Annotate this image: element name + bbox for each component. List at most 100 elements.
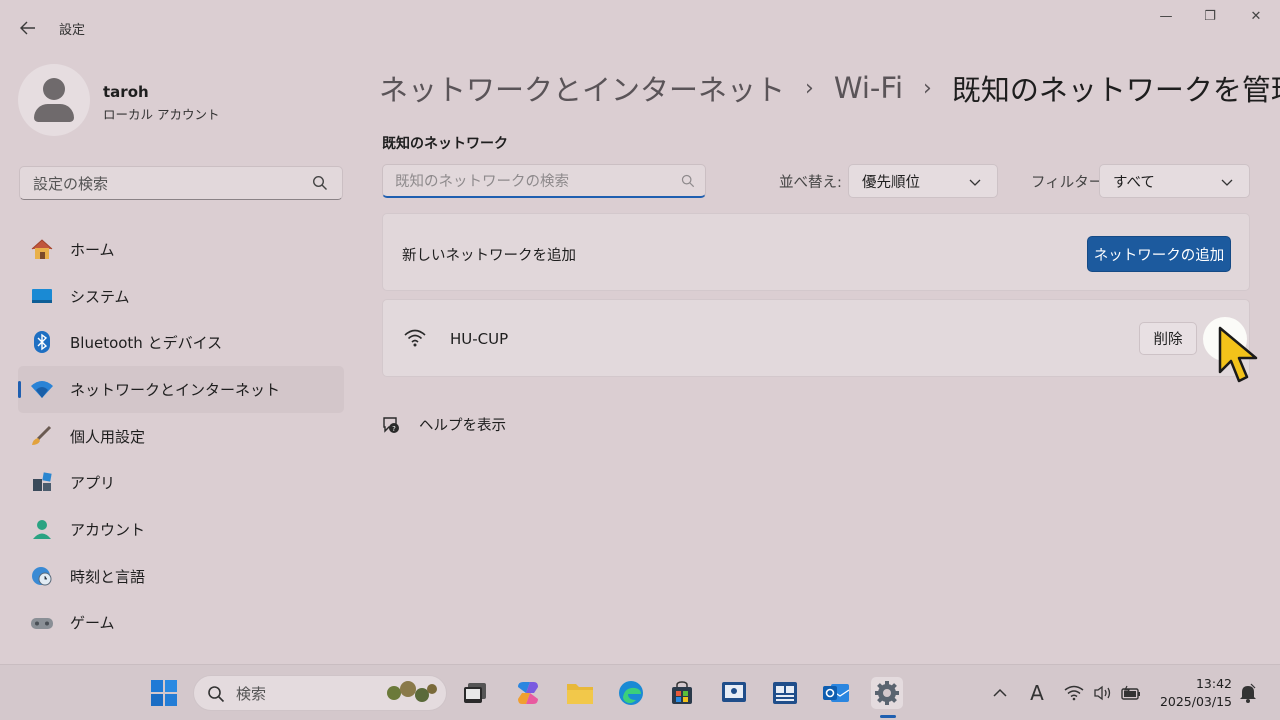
breadcrumb: ネットワークとインターネット › Wi-Fi › 既知のネットワークを管理 [379, 66, 1280, 110]
sidebar-item-accounts[interactable]: アカウント [18, 506, 344, 553]
task-view-icon [464, 683, 486, 703]
taskbar-file-explorer-button[interactable] [564, 677, 596, 709]
taskbar-search-placeholder: 検索 [236, 684, 267, 703]
taskbar-app-button-2[interactable] [769, 677, 801, 709]
help-icon: ? [383, 416, 399, 433]
restore-button[interactable]: ❐ [1187, 4, 1233, 28]
time-language-icon [30, 565, 54, 587]
sidebar-item-home[interactable]: ホーム [18, 226, 344, 273]
gaming-icon [30, 612, 54, 634]
chevron-down-icon [969, 179, 981, 186]
taskbar-task-view-button[interactable] [459, 677, 491, 709]
breadcrumb-wifi[interactable]: Wi-Fi [834, 71, 903, 105]
network-row[interactable]: HU-CUP 削除 [382, 299, 1250, 377]
close-button[interactable]: ✕ [1233, 4, 1279, 28]
taskbar-copilot-button[interactable] [512, 677, 544, 709]
get-help-link[interactable]: ? ヘルプを表示 [381, 414, 506, 435]
mouse-pointer-icon [1218, 326, 1258, 383]
sidebar-item-label: システム [70, 287, 130, 306]
add-network-label: 新しいネットワークを追加 [402, 248, 576, 264]
avatar-head-shape [43, 78, 65, 100]
notifications-button[interactable] [1236, 679, 1260, 707]
sidebar-item-gaming[interactable]: ゲーム [18, 600, 344, 647]
filter-dropdown[interactable]: すべて [1099, 164, 1250, 198]
sidebar-item-personalization[interactable]: 個人用設定 [18, 413, 344, 460]
add-network-button[interactable]: ネットワークの追加 [1087, 236, 1231, 272]
clock-time: 13:42 [1195, 676, 1232, 691]
network-name: HU-CUP [450, 330, 509, 348]
settings-window: 設定 — ❐ ✕ taroh ローカル アカウント 設定の検索 ホーム システム [0, 0, 1280, 664]
news-app-icon [773, 682, 797, 704]
back-arrow-icon [20, 21, 35, 35]
sidebar-item-system[interactable]: システム [18, 273, 344, 320]
minimize-button[interactable]: — [1143, 4, 1189, 28]
delete-network-button[interactable]: 削除 [1139, 322, 1197, 355]
sidebar-item-label: ゲーム [70, 614, 115, 633]
page-title: 既知のネットワークを管理 [951, 73, 1280, 107]
sidebar-item-label: アプリ [70, 474, 116, 493]
sort-label: 並べ替え: [779, 175, 842, 191]
search-icon [681, 174, 695, 188]
show-hidden-icons-button[interactable] [988, 679, 1012, 707]
sort-value: 優先順位 [862, 174, 920, 191]
copilot-icon [518, 682, 538, 704]
breadcrumb-chevron-icon: › [923, 75, 932, 101]
system-icon [30, 285, 54, 307]
breadcrumb-network[interactable]: ネットワークとインターネット [379, 67, 785, 109]
add-network-card: 新しいネットワークを追加 ネットワークの追加 [382, 213, 1250, 291]
user-name: taroh [103, 83, 149, 101]
volume-button[interactable] [1090, 679, 1116, 707]
taskbar-clock[interactable]: 13:42 2025/03/15 [1156, 675, 1232, 711]
settings-search-input[interactable]: 設定の検索 [19, 166, 343, 200]
breadcrumb-chevron-icon: › [805, 75, 814, 101]
known-networks-search-placeholder: 既知のネットワークの検索 [395, 174, 569, 190]
back-button[interactable] [14, 16, 42, 40]
bluetooth-icon [30, 331, 54, 354]
sidebar-item-apps[interactable]: アプリ [18, 459, 344, 506]
outlook-icon [823, 684, 850, 702]
sidebar-item-bluetooth[interactable]: Bluetooth とデバイス [18, 319, 344, 366]
taskbar-edge-button[interactable] [615, 677, 647, 709]
sidebar-nav: ホーム システム Bluetooth とデバイス ネットワークとインターネット … [18, 226, 344, 646]
taskbar-store-button[interactable] [666, 677, 698, 709]
sidebar-item-label: 個人用設定 [70, 427, 146, 446]
app-title: 設定 [59, 23, 86, 38]
gear-icon [875, 681, 899, 705]
home-icon [30, 238, 54, 260]
avatar-body-shape [34, 104, 74, 122]
store-icon [672, 681, 692, 704]
chevron-up-icon [993, 688, 1007, 697]
brush-icon [30, 425, 54, 447]
account-icon [30, 518, 54, 540]
title-bar: 設定 — ❐ ✕ [0, 0, 1280, 56]
account-type: ローカル アカウント [103, 107, 220, 122]
start-button[interactable] [148, 677, 180, 709]
filter-label: フィルター: [1031, 175, 1109, 191]
ime-indicator[interactable]: A [1024, 679, 1050, 707]
sidebar-item-label: 時刻と言語 [70, 567, 146, 586]
apps-icon [30, 471, 54, 493]
search-icon [312, 175, 327, 190]
battery-charging-icon [1121, 685, 1140, 700]
taskbar-app-button-1[interactable] [718, 677, 750, 709]
sidebar-item-label: Bluetooth とデバイス [70, 334, 223, 353]
sidebar-item-time-language[interactable]: 時刻と言語 [18, 553, 344, 600]
avatar[interactable] [18, 64, 90, 136]
get-help-label: ヘルプを表示 [419, 418, 506, 434]
network-icon [30, 378, 54, 400]
taskbar-settings-button[interactable] [871, 677, 903, 709]
known-networks-search-input[interactable]: 既知のネットワークの検索 [382, 164, 706, 198]
sort-dropdown[interactable]: 優先順位 [848, 164, 998, 198]
wifi-icon [1064, 685, 1084, 701]
monitor-app-icon [722, 682, 746, 702]
taskbar-search-box[interactable]: 検索 [193, 675, 447, 711]
windows-logo-icon [151, 680, 177, 706]
taskbar-outlook-button[interactable] [820, 677, 852, 709]
edge-browser-icon [619, 681, 643, 705]
settings-search-placeholder: 設定の検索 [33, 174, 109, 193]
sidebar-item-network[interactable]: ネットワークとインターネット [18, 366, 344, 413]
battery-button[interactable] [1118, 679, 1144, 707]
folder-icon [567, 684, 593, 704]
sidebar-item-label: ホーム [70, 240, 115, 259]
wifi-status-button[interactable] [1061, 679, 1087, 707]
